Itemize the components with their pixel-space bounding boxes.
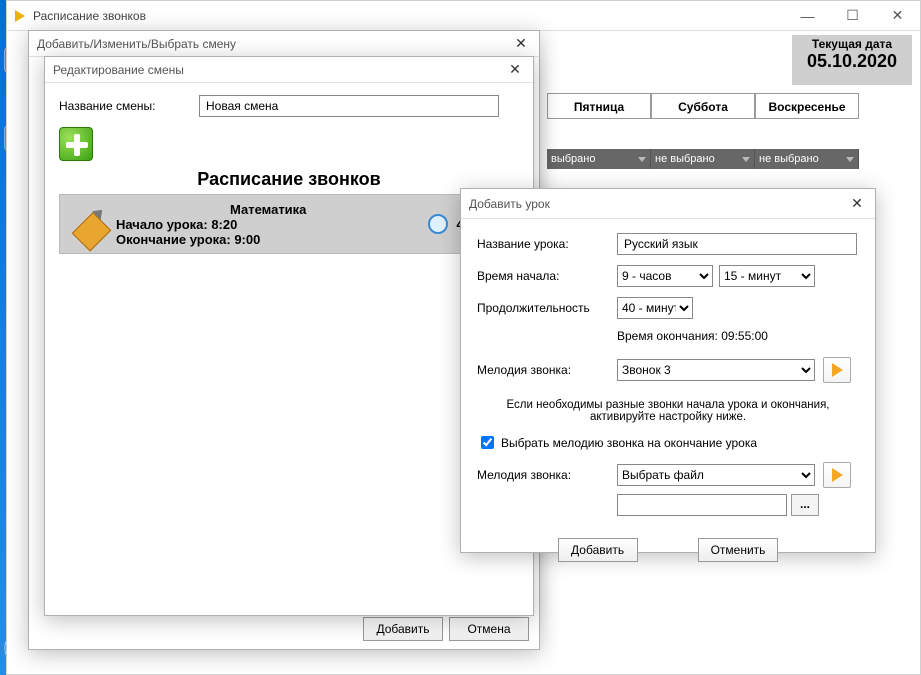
add-button[interactable]: Добавить bbox=[558, 538, 638, 562]
clock-icon bbox=[428, 214, 448, 234]
play-button[interactable] bbox=[823, 462, 851, 488]
end-time-text: Время окончания: 09:55:00 bbox=[617, 329, 859, 343]
play-icon bbox=[832, 468, 843, 482]
weekday-dropdown[interactable]: не выбрано bbox=[755, 149, 859, 169]
dropdown-value: не выбрано bbox=[655, 153, 715, 165]
weekday-dropdown[interactable]: выбрано bbox=[547, 149, 651, 169]
browse-button[interactable]: ... bbox=[791, 494, 819, 516]
play-icon bbox=[832, 363, 843, 377]
melody2-label: Мелодия звонка: bbox=[477, 468, 617, 482]
melody-select[interactable]: Звонок 3 bbox=[617, 359, 815, 381]
melody-label: Мелодия звонка: bbox=[477, 363, 617, 377]
close-icon[interactable]: ✕ bbox=[847, 194, 867, 214]
add-lesson-button[interactable] bbox=[59, 127, 93, 161]
weekday-header-row: Пятница Суббота Воскресенье bbox=[547, 93, 859, 119]
weekday-cell: Пятница bbox=[547, 93, 651, 119]
dialog-title: Добавить/Изменить/Выбрать смену bbox=[37, 37, 236, 51]
close-button[interactable]: ✕ bbox=[875, 1, 920, 31]
dialog-title: Добавить урок bbox=[469, 197, 550, 211]
dialog-titlebar: Добавить/Изменить/Выбрать смену ✕ bbox=[29, 31, 539, 57]
weekday-dropdown[interactable]: не выбрано bbox=[651, 149, 755, 169]
melody2-select[interactable]: Выбрать файл bbox=[617, 464, 815, 486]
hours-select[interactable]: 9 - часов bbox=[617, 265, 713, 287]
hint-text: Если необходимы разные звонки начала уро… bbox=[477, 399, 859, 423]
add-lesson-dialog: Добавить урок ✕ Название урока: Время на… bbox=[460, 188, 876, 553]
schedule-heading: Расписание звонков bbox=[59, 169, 519, 190]
current-date-value: 05.10.2020 bbox=[794, 51, 910, 72]
minutes-select[interactable]: 15 - минут bbox=[719, 265, 815, 287]
lesson-subject: Математика bbox=[116, 202, 420, 217]
melody-path-input[interactable] bbox=[617, 494, 787, 516]
chevron-down-icon bbox=[846, 157, 854, 162]
chevron-down-icon bbox=[742, 157, 750, 162]
lesson-name-label: Название урока: bbox=[477, 237, 617, 251]
shift-name-input[interactable] bbox=[199, 95, 499, 117]
current-date-label: Текущая дата bbox=[794, 37, 910, 51]
cancel-button[interactable]: Отмена bbox=[449, 617, 529, 641]
dialog-title: Редактирование смены bbox=[53, 63, 184, 77]
titlebar: Расписание звонков — ☐ ✕ bbox=[7, 1, 920, 31]
weekday-cell: Воскресенье bbox=[755, 93, 859, 119]
edit-icon[interactable] bbox=[60, 196, 117, 253]
current-date-panel: Текущая дата 05.10.2020 bbox=[792, 35, 912, 85]
start-time-label: Время начала: bbox=[477, 269, 617, 283]
app-icon bbox=[15, 10, 25, 22]
end-melody-checkbox-label: Выбрать мелодию звонка на окончание урок… bbox=[501, 436, 757, 450]
lesson-info: Математика Начало урока: 8:20 Окончание … bbox=[116, 202, 420, 247]
chevron-down-icon bbox=[638, 157, 646, 162]
minimize-button[interactable]: — bbox=[785, 1, 830, 31]
end-melody-checkbox[interactable] bbox=[481, 436, 494, 449]
dropdown-value: не выбрано bbox=[759, 153, 819, 165]
close-icon[interactable]: ✕ bbox=[511, 34, 531, 54]
close-icon[interactable]: ✕ bbox=[505, 60, 525, 80]
add-button[interactable]: Добавить bbox=[363, 617, 443, 641]
weekday-cell: Суббота bbox=[651, 93, 755, 119]
shift-name-label: Название смены: bbox=[59, 99, 199, 113]
cancel-button[interactable]: Отменить bbox=[698, 538, 779, 562]
app-title: Расписание звонков bbox=[33, 9, 785, 23]
lesson-card[interactable]: Математика Начало урока: 8:20 Окончание … bbox=[59, 194, 519, 254]
play-button[interactable] bbox=[823, 357, 851, 383]
lesson-name-input[interactable] bbox=[617, 233, 857, 255]
maximize-button[interactable]: ☐ bbox=[830, 1, 875, 31]
dialog-titlebar: Добавить урок ✕ bbox=[461, 189, 875, 219]
dialog-titlebar: Редактирование смены ✕ bbox=[45, 57, 533, 83]
lesson-end: Окончание урока: 9:00 bbox=[116, 232, 420, 247]
lesson-start: Начало урока: 8:20 bbox=[116, 217, 420, 232]
duration-select[interactable]: 40 - минут bbox=[617, 297, 693, 319]
dropdown-value: выбрано bbox=[551, 153, 595, 165]
duration-label: Продолжительность bbox=[477, 301, 617, 315]
weekday-dropdown-row: выбрано не выбрано не выбрано bbox=[547, 149, 859, 169]
